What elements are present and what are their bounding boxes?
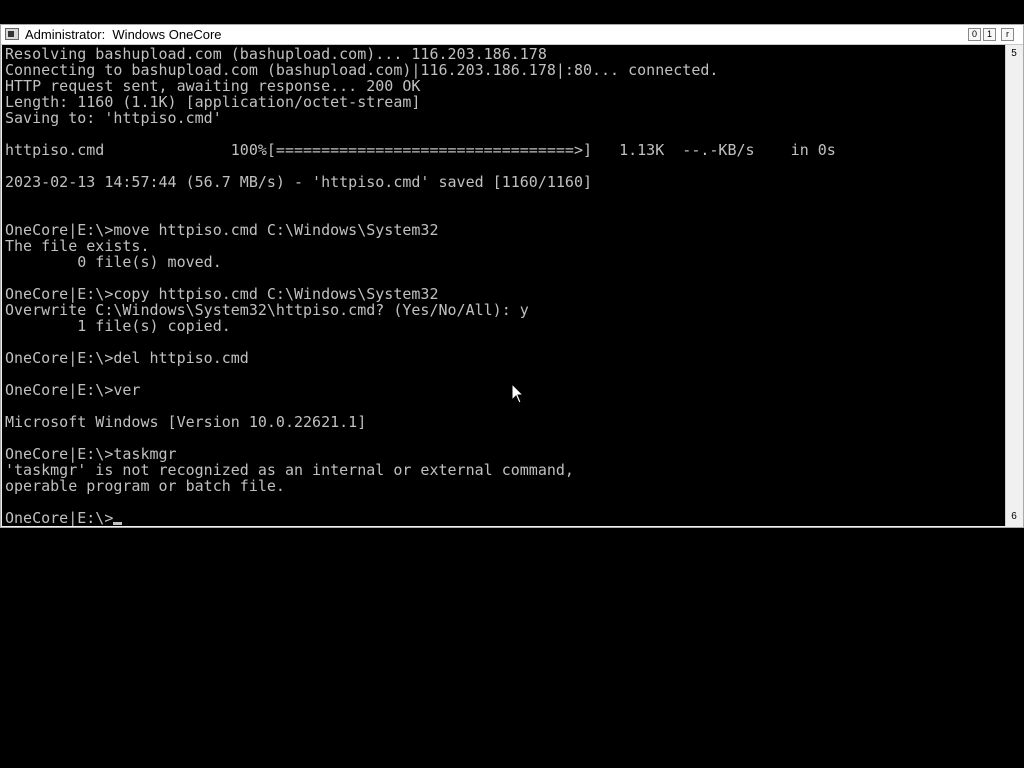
console-line: 'taskmgr' is not recognized as an intern…: [5, 461, 574, 479]
console-line: Length: 1160 (1.1K) [application/octet-s…: [5, 93, 421, 111]
console-line: Resolving bashupload.com (bashupload.com…: [5, 45, 547, 63]
console-line: HTTP request sent, awaiting response... …: [5, 77, 421, 95]
maximize-button[interactable]: 1: [983, 28, 996, 41]
console-line: OneCore|E:\>move httpiso.cmd C:\Windows\…: [5, 221, 439, 239]
console-line: Overwrite C:\Windows\System32\httpiso.cm…: [5, 301, 529, 319]
desktop: Administrator: Windows OneCore 0 1 r Res…: [0, 0, 1024, 768]
console-window-icon[interactable]: [5, 28, 19, 40]
console-line: 0 file(s) moved.: [5, 253, 222, 271]
console-line: OneCore|E:\>ver: [5, 381, 141, 399]
vertical-scrollbar[interactable]: 5 6: [1005, 45, 1022, 526]
console-line: OneCore|E:\>del httpiso.cmd: [5, 349, 249, 367]
console-line: operable program or batch file.: [5, 477, 285, 495]
title-bar[interactable]: Administrator: Windows OneCore 0 1 r: [1, 25, 1023, 45]
console-line: 2023-02-13 14:57:44 (56.7 MB/s) - 'httpi…: [5, 173, 592, 191]
console-line: OneCore|E:\>copy httpiso.cmd C:\Windows\…: [5, 285, 439, 303]
console-line: Connecting to bashupload.com (bashupload…: [5, 61, 719, 79]
window-title: Administrator: Windows OneCore: [25, 27, 222, 42]
console-line: Microsoft Windows [Version 10.0.22621.1]: [5, 413, 367, 431]
scroll-down-arrow[interactable]: 6: [1008, 510, 1020, 524]
prompt-text: OneCore|E:\>: [5, 509, 114, 526]
console-line: httpiso.cmd 100%[=======================…: [5, 141, 836, 159]
mouse-pointer-icon: [511, 383, 525, 404]
close-button[interactable]: r: [1001, 28, 1014, 41]
console-line: Saving to: 'httpiso.cmd': [5, 109, 222, 127]
scroll-up-arrow[interactable]: 5: [1008, 47, 1020, 61]
console-line: The file exists.: [5, 237, 150, 255]
minimize-button[interactable]: 0: [968, 28, 981, 41]
console-output: Resolving bashupload.com (bashupload.com…: [5, 46, 836, 510]
console-window[interactable]: Administrator: Windows OneCore 0 1 r Res…: [0, 24, 1024, 528]
console-output-area[interactable]: Resolving bashupload.com (bashupload.com…: [2, 45, 1005, 526]
text-cursor: [113, 522, 123, 525]
console-line: OneCore|E:\>taskmgr: [5, 445, 177, 463]
command-prompt[interactable]: OneCore|E:\>: [5, 509, 123, 526]
console-line: 1 file(s) copied.: [5, 317, 231, 335]
